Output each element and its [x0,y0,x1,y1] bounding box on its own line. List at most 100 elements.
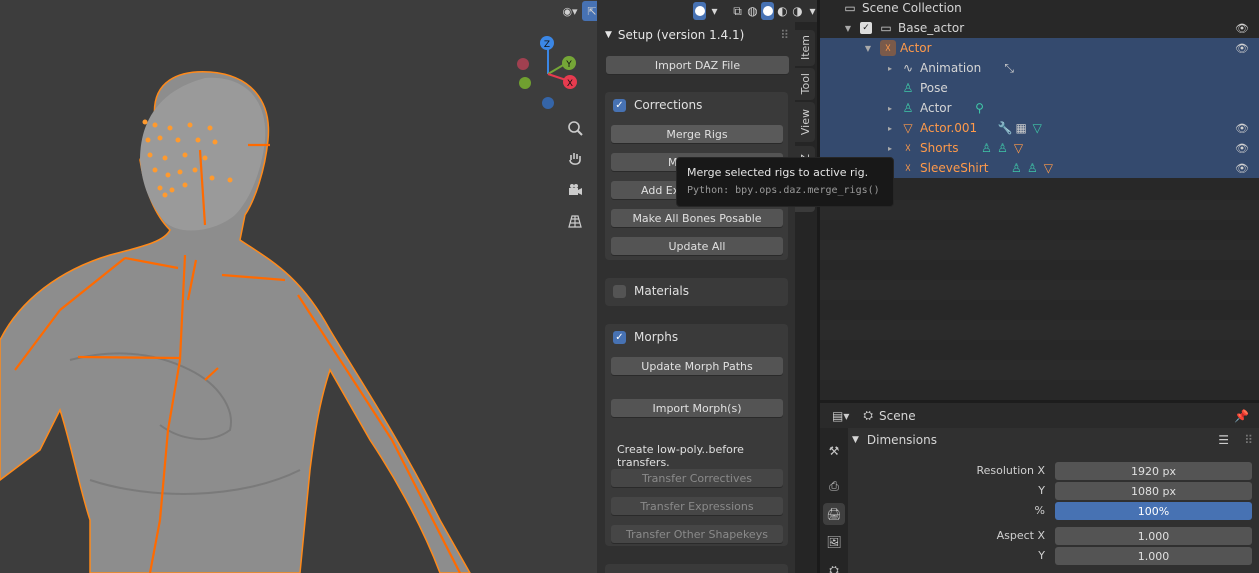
collection-box-icon: ▭ [844,1,856,15]
outliner-row-actor[interactable]: ▼ ☓ Actor 👁 [820,38,1259,58]
dimensions-panel-header[interactable]: ▼ Dimensions [852,433,937,447]
wireframe-shading-icon[interactable]: ◍ [746,2,759,20]
zoom-icon[interactable] [563,116,587,140]
scene-properties-icon[interactable]: ⛭ [823,559,845,573]
visibility-eye-icon[interactable]: 👁 [1235,22,1249,35]
material-shading-icon[interactable]: ◐ [776,2,789,20]
expand-triangle-icon[interactable]: ▸ [884,124,896,133]
3d-viewport[interactable]: Z Y X ◉▾ ⇱ ▾ [0,0,597,573]
sidebar-n-panel: ▼ Setup (version 1.4.1) ⠿ Import DAZ Fil… [597,22,795,573]
outliner-row-shorts[interactable]: ▸ ☓ Shorts ♙ ♙ ▽ 👁 [820,138,1259,158]
expand-triangle-icon[interactable]: ▸ [884,144,896,153]
solid-shading-icon[interactable] [761,2,774,20]
aspect-x-field[interactable]: 1.000 [1055,527,1252,545]
armature-icon: ☓ [880,40,896,56]
outliner-row-pose[interactable]: ♙ Pose [820,78,1259,98]
morphs-checkbox[interactable]: ✓ [613,331,626,344]
blender-window: Z Y X ◉▾ ⇱ ▾ ▾ ⧉ [0,0,1259,573]
viewport-header-right: ▾ ⧉ ◍ ◐ ◑ ▾ [597,0,819,22]
morphs-label: Morphs [634,330,679,344]
dimensions-label: Dimensions [866,433,937,447]
outliner-row-actor-001[interactable]: ▸ ▽ Actor.001 🔧 ▦ ▽ 👁 [820,118,1259,138]
transfer-other-shapekeys-button[interactable]: Transfer Other Shapekeys [611,525,783,543]
materials-label: Materials [634,284,690,298]
wrench-modifier-icon: 🔧 [997,121,1013,135]
outliner-row-actor-armature[interactable]: ▸ ♙ Actor ⚲ [820,98,1259,118]
resolution-x-field[interactable]: 1920 px [1055,462,1252,480]
visibility-eye-icon[interactable]: 👁 [1235,142,1249,155]
resolution-percent-slider[interactable]: 100% [1055,502,1252,520]
camera-icon[interactable] [563,178,587,202]
pose-icon: ♙ [981,141,992,155]
next-panel-box [605,564,788,573]
tab-view-label: View [798,108,812,136]
pin-icon[interactable]: 📌 [1234,409,1249,423]
drag-handle-icon[interactable]: ⠿ [780,28,789,42]
checkbox-icon[interactable]: ✓ [860,22,872,34]
expand-triangle-icon[interactable]: ▼ [862,44,874,53]
aspect-y-field[interactable]: 1.000 [1055,547,1252,565]
overlay-eye-icon[interactable]: ◉▾ [560,1,580,21]
tab-view[interactable]: View [795,102,815,142]
transfer-expressions-button[interactable]: Transfer Expressions [611,497,783,515]
overlays-dropdown-icon[interactable]: ▾ [708,2,721,20]
resolution-y-field[interactable]: 1080 px [1055,482,1252,500]
mesh-data-icon: ▽ [1032,121,1042,135]
import-daz-file-button[interactable]: Import DAZ File [606,56,789,74]
editor-type-icon[interactable]: ▤▾ [832,409,849,423]
setup-panel-title: Setup (version 1.4.1) [617,28,745,42]
gizmo-toggle-icon[interactable]: ⇱ [582,1,597,21]
navigation-gizmo[interactable]: Z Y X [517,36,577,109]
tab-tool[interactable]: Tool [795,68,815,100]
overlays-icon[interactable] [693,2,706,20]
tooltip: Merge selected rigs to active rig. Pytho… [676,157,894,207]
animation-curve-icon: ∿ [902,61,914,75]
corrections-label: Corrections [634,98,703,112]
tab-item[interactable]: Item [795,30,815,66]
merge-rigs-button[interactable]: Merge Rigs [611,125,783,143]
visibility-eye-icon[interactable]: 👁 [1235,42,1249,55]
armature-data-icon: ♙ [1027,161,1038,175]
expand-triangle-icon[interactable]: ▸ [884,104,896,113]
materials-box: Materials [605,278,788,306]
outliner-row-animation[interactable]: ▸ ∿ Animation ⤡ [820,58,1259,78]
properties-header: ▤▾ ⛭ Scene 📌 [820,403,1259,428]
corrections-checkbox[interactable]: ✓ [613,99,626,112]
make-all-bones-posable-button[interactable]: Make All Bones Posable [611,209,783,227]
outliner-row-label: Actor [900,41,932,55]
armature-icon: ☓ [904,141,912,155]
update-morph-paths-button[interactable]: Update Morph Paths [611,357,783,375]
drag-handle-icon[interactable]: ⠿ [1244,433,1253,447]
outliner-row-base-actor[interactable]: ▼ ✓ ▭ Base_actor 👁 [820,18,1259,38]
rendered-shading-icon[interactable]: ◑ [791,2,804,20]
setup-panel-header[interactable]: ▼ Setup (version 1.4.1) ⠿ [597,22,795,48]
view-layer-icon[interactable]: 🖼 [823,531,845,553]
xray-toggle-icon[interactable]: ⧉ [731,2,744,20]
outliner-row-label: Scene Collection [862,1,962,15]
character-figure: Z Y X [0,36,577,573]
render-properties-icon[interactable]: ⎙ [823,475,845,497]
update-all-button[interactable]: Update All [611,237,783,255]
import-morphs-button[interactable]: Import Morph(s) [611,399,783,417]
aspect-x-label: Aspect X [996,529,1045,542]
grid-perspective-icon[interactable] [563,209,587,233]
mesh-triangle-icon: ▽ [903,121,913,135]
expand-triangle-icon[interactable]: ▼ [842,24,854,33]
visibility-eye-icon[interactable]: 👁 [1235,162,1249,175]
outliner-row-label: Pose [920,81,948,95]
hand-pan-icon[interactable] [563,147,587,171]
tooltip-text: Merge selected rigs to active rig. [687,166,869,179]
expand-triangle-icon[interactable]: ▸ [884,64,896,73]
collapse-triangle-icon: ▼ [605,30,612,40]
gizmo-z-label: Z [544,40,550,50]
visibility-eye-icon[interactable]: 👁 [1235,122,1249,135]
list-presets-icon[interactable]: ☰ [1218,433,1229,447]
transfer-correctives-button[interactable]: Transfer Correctives [611,469,783,487]
output-properties-icon[interactable]: 🖨 [823,503,845,525]
shape-keys-icon: ▦ [1015,121,1027,135]
materials-checkbox[interactable] [613,285,626,298]
tool-settings-icon[interactable]: ⚒ [823,440,845,462]
mesh-triangle-icon: ▽ [1013,141,1024,155]
bone-icon: ⚲ [975,101,984,115]
outliner-row-scene-collection[interactable]: ▭ Scene Collection [820,0,1259,18]
